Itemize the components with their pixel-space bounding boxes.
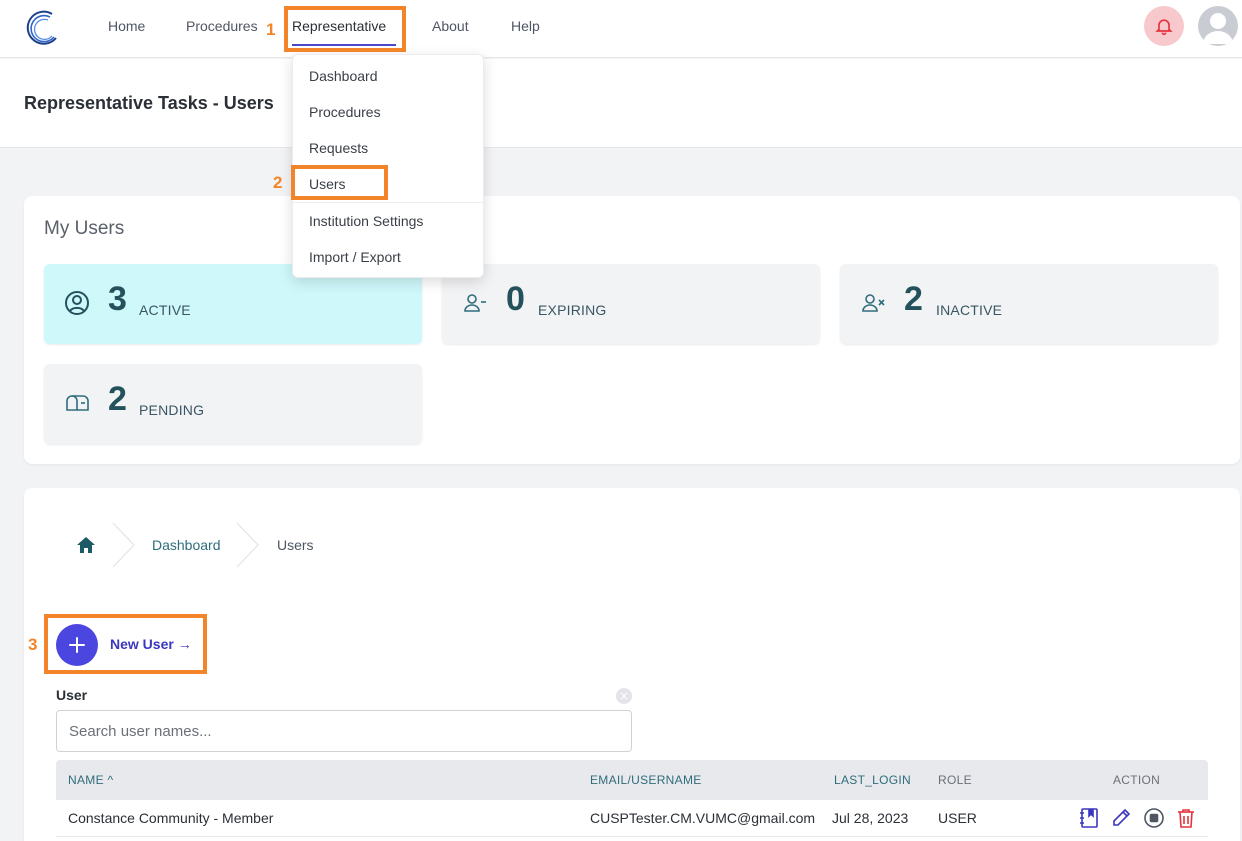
user-circle-icon <box>65 291 89 315</box>
notebook-icon[interactable] <box>1078 807 1100 829</box>
col-name-header[interactable]: NAME ^ <box>68 773 113 787</box>
trash-icon[interactable] <box>1175 807 1197 829</box>
my-users-title: My Users <box>44 218 125 239</box>
clear-search-icon[interactable]: ✕ <box>616 688 632 704</box>
col-email-header[interactable]: EMAIL/USERNAME <box>590 773 702 787</box>
stat-expiring-value: 0 <box>506 280 525 318</box>
user-minus-icon <box>464 294 486 312</box>
nav-about[interactable]: About <box>432 18 469 34</box>
logo-icon[interactable] <box>22 8 62 48</box>
annotation-number-2: 2 <box>273 173 283 192</box>
edit-pencil-icon[interactable] <box>1110 807 1132 829</box>
col-last-login-header[interactable]: LAST_LOGIN <box>834 773 911 787</box>
breadcrumb-current: Users <box>277 537 314 553</box>
stat-inactive-value: 2 <box>904 280 923 318</box>
stop-circle-icon[interactable] <box>1143 807 1165 829</box>
menu-item-dashboard[interactable]: Dashboard <box>309 68 378 84</box>
nav-help[interactable]: Help <box>511 18 540 34</box>
highlight-box-1 <box>284 6 406 52</box>
page-title: Representative Tasks - Users <box>24 93 274 113</box>
user-search-label: User <box>56 687 88 703</box>
menu-item-import-export[interactable]: Import / Export <box>309 249 401 265</box>
nav-procedures[interactable]: Procedures <box>186 18 258 34</box>
table-header: NAME ^ EMAIL/USERNAME LAST_LOGIN ROLE AC… <box>56 760 1208 800</box>
stat-expiring-label: EXPIRING <box>538 302 607 318</box>
annotation-number-3: 3 <box>28 635 38 654</box>
stat-pending-value: 2 <box>108 380 127 418</box>
annotation-number-1: 1 <box>266 20 276 39</box>
highlight-box-2 <box>291 165 388 200</box>
page-header: Representative Tasks - Users <box>0 59 1242 148</box>
menu-item-requests[interactable]: Requests <box>309 140 368 156</box>
nav-home[interactable]: Home <box>108 18 145 34</box>
cell-email: CUSPTester.CM.VUMC@gmail.com <box>590 810 816 826</box>
breadcrumb-separator <box>236 522 259 568</box>
user-x-icon <box>862 294 885 312</box>
bell-icon <box>1155 19 1173 36</box>
search-input[interactable] <box>56 710 632 752</box>
stat-inactive[interactable]: 2 INACTIVE <box>840 264 1218 344</box>
stat-inactive-label: INACTIVE <box>936 302 1003 318</box>
menu-divider <box>293 202 483 203</box>
user-avatar-icon <box>1203 13 1233 44</box>
menu-item-procedures[interactable]: Procedures <box>309 104 381 120</box>
cell-name: Constance Community - Member <box>68 810 274 826</box>
stat-pending-label: PENDING <box>139 402 205 418</box>
table-row: Constance Community - Member CUSPTester.… <box>56 800 1208 837</box>
notifications-button[interactable] <box>1144 6 1184 46</box>
col-role-header: ROLE <box>938 773 972 787</box>
top-nav: Home Procedures Representative About Hel… <box>0 0 1242 58</box>
home-icon[interactable] <box>76 536 96 554</box>
mailbox-icon <box>66 395 89 411</box>
stat-expiring[interactable]: 0 EXPIRING <box>442 264 820 344</box>
stat-pending[interactable]: 2 PENDING <box>44 364 422 444</box>
avatar[interactable] <box>1198 6 1238 46</box>
cell-last-login: Jul 28, 2023 <box>832 810 909 826</box>
breadcrumb-dashboard[interactable]: Dashboard <box>152 537 221 553</box>
stat-active-label: ACTIVE <box>139 302 191 318</box>
stat-active-value: 3 <box>108 280 127 318</box>
menu-item-institution-settings[interactable]: Institution Settings <box>309 213 423 229</box>
breadcrumb-separator <box>112 522 135 568</box>
cell-role: USER <box>938 810 977 826</box>
col-action-header: ACTION <box>1113 773 1161 787</box>
my-users-card: My Users 3 ACTIVE 0 EXPIRING 2 INACTIVE … <box>24 196 1240 464</box>
highlight-box-3 <box>44 614 207 674</box>
